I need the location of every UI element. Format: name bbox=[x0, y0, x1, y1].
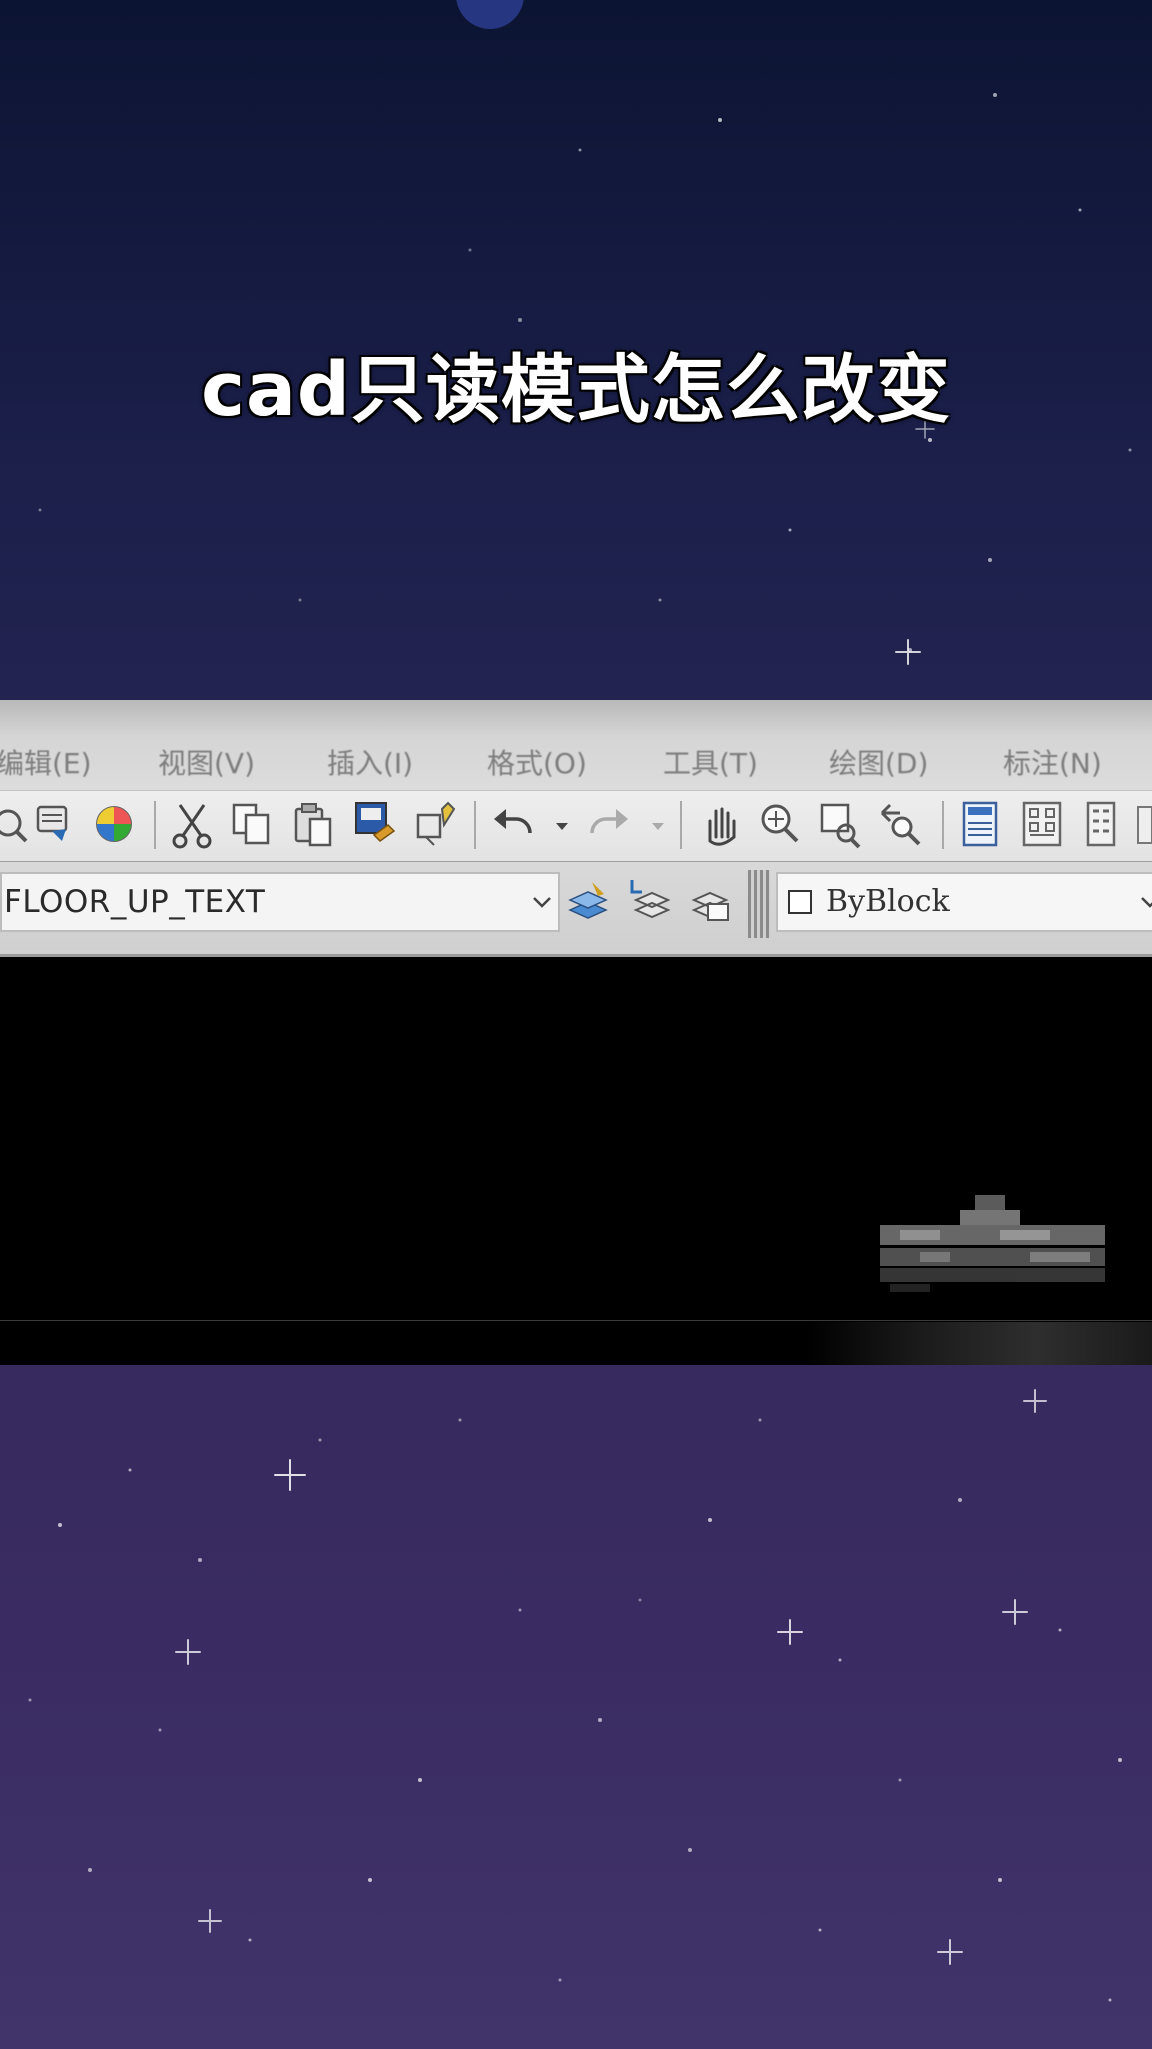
menu-bar: 编辑(E) 视图(V) 插入(I) 格式(O) 工具(T) 绘图(D) 标注(N… bbox=[0, 700, 1152, 790]
menu-dimension[interactable]: 标注(N) bbox=[1003, 742, 1102, 782]
chevron-down-icon[interactable] bbox=[548, 797, 576, 851]
color-value: ByBlock bbox=[826, 884, 950, 919]
chevron-down-icon[interactable] bbox=[530, 890, 554, 914]
redo-icon[interactable] bbox=[584, 797, 632, 851]
render-icon[interactable] bbox=[90, 797, 138, 851]
make-object-layer-current-icon[interactable] bbox=[626, 874, 674, 928]
paste-icon[interactable] bbox=[290, 797, 338, 851]
design-center-icon[interactable] bbox=[1018, 797, 1066, 851]
match-properties-icon[interactable] bbox=[350, 797, 398, 851]
menu-draw[interactable]: 绘图(D) bbox=[829, 742, 928, 782]
zoom-previous-icon[interactable] bbox=[876, 797, 924, 851]
publish-icon[interactable] bbox=[30, 797, 78, 851]
layer-states-icon[interactable] bbox=[564, 874, 612, 928]
undo-icon[interactable] bbox=[490, 797, 538, 851]
print-preview-icon[interactable] bbox=[0, 797, 34, 851]
layers-toolbar: FLOOR_UP_TEXT ByBlock bbox=[0, 862, 1152, 957]
block-editor-icon[interactable] bbox=[412, 797, 460, 851]
toolbar-separator bbox=[942, 801, 944, 849]
toolbar-separator bbox=[474, 801, 476, 849]
color-dropdown[interactable]: ByBlock bbox=[776, 872, 1152, 932]
properties-icon[interactable] bbox=[956, 797, 1004, 851]
standard-toolbar bbox=[0, 790, 1152, 863]
toolbar-separator bbox=[680, 801, 682, 849]
chevron-down-icon[interactable] bbox=[644, 797, 672, 851]
canvas-divider bbox=[0, 1320, 1152, 1321]
menu-tools[interactable]: 工具(T) bbox=[663, 742, 758, 782]
menu-view[interactable]: 视图(V) bbox=[158, 742, 255, 782]
video-title: cad只读模式怎么改变 bbox=[201, 347, 951, 433]
toolbar-grip[interactable] bbox=[748, 870, 770, 938]
current-layer-name: FLOOR_UP_TEXT bbox=[4, 884, 266, 920]
pixelated-watermark bbox=[880, 1195, 1105, 1292]
color-swatch bbox=[788, 890, 812, 914]
cad-window: 编辑(E) 视图(V) 插入(I) 格式(O) 工具(T) 绘图(D) 标注(N… bbox=[0, 700, 1152, 1365]
zoom-realtime-icon[interactable] bbox=[756, 797, 804, 851]
zoom-window-icon[interactable] bbox=[816, 797, 864, 851]
menu-edit[interactable]: 编辑(E) bbox=[0, 742, 92, 782]
chevron-down-icon[interactable] bbox=[1138, 890, 1152, 914]
menu-insert[interactable]: 插入(I) bbox=[327, 742, 413, 782]
status-bar bbox=[0, 1322, 1152, 1365]
toolbar-overflow-icon[interactable] bbox=[1134, 797, 1152, 851]
cut-icon[interactable] bbox=[168, 797, 216, 851]
toolbar-separator bbox=[154, 801, 156, 849]
copy-icon[interactable] bbox=[228, 797, 276, 851]
menu-format[interactable]: 格式(O) bbox=[487, 742, 587, 782]
pan-icon[interactable] bbox=[696, 797, 744, 851]
layer-previous-icon[interactable] bbox=[686, 874, 734, 928]
layer-dropdown[interactable]: FLOOR_UP_TEXT bbox=[0, 872, 560, 932]
tool-palettes-icon[interactable] bbox=[1078, 797, 1126, 851]
